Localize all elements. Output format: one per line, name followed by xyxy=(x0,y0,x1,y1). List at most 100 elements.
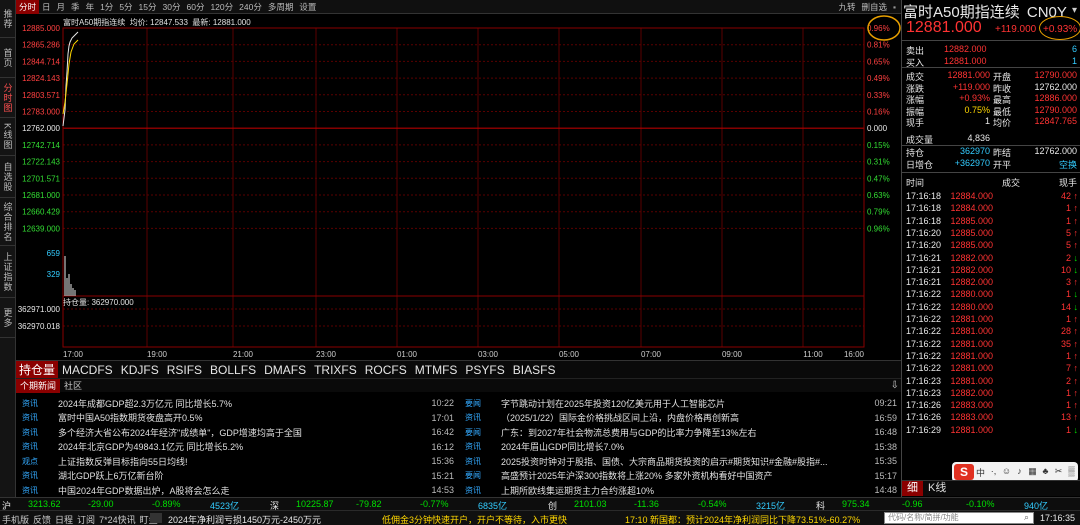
period-9[interactable]: 60分 xyxy=(183,0,207,14)
status-link[interactable]: 订阅 xyxy=(77,513,95,525)
period-4[interactable]: 年 xyxy=(83,0,98,14)
period-1[interactable]: 日 xyxy=(39,0,54,14)
news-title[interactable]: 富时中国A50指数期货夜盘高开0.5% xyxy=(44,411,422,424)
search-input[interactable]: 代码/名称/简拼/功能 xyxy=(884,512,1034,524)
tab-community[interactable]: 社区 xyxy=(60,379,86,393)
news-item[interactable]: 资讯 上期所欧线集运期货主力合约涨超10% 14:48 xyxy=(459,483,899,498)
indicator-tab-psyfs[interactable]: PSYFS xyxy=(461,363,508,377)
news-item[interactable]: 要闻 广东：到2027年社会物流总费用与GDP的比率力争降至13%左右 16:48 xyxy=(459,425,899,440)
news-item[interactable]: 资讯 2024年眉山GDP同比增长7.0% 15:38 xyxy=(459,440,899,455)
news-item[interactable]: 资讯 中国2024年GDP数据出炉，A股将会怎么走 14:53 xyxy=(16,483,456,498)
news-title[interactable]: 湖北GDP跃上6万亿新台阶 xyxy=(44,469,422,482)
tab-stock-news[interactable]: 个期新闻 xyxy=(16,378,61,393)
index-change: -0.96 xyxy=(902,499,923,509)
indicator-tab-dmafs[interactable]: DMAFS xyxy=(260,363,310,377)
news-title[interactable]: 字节跳动计划在2025年投资120亿美元用于人工智能芯片 xyxy=(487,397,865,410)
remove-watchlist-button[interactable]: 删自选 xyxy=(858,0,890,14)
news-title[interactable]: 上期所欧线集运期货主力合约涨超10% xyxy=(487,484,865,497)
tab-kline[interactable]: K线 xyxy=(923,481,951,496)
news-item[interactable]: 资讯 多个经济大省公布2024年经济"成绩单"，GDP增速均高于全国 16:42 xyxy=(16,425,456,440)
arrow-up-icon: ↑ xyxy=(1073,400,1079,411)
trade-volume: 28 xyxy=(1060,326,1071,337)
period-5[interactable]: 1分 xyxy=(97,0,116,14)
indicator-tab-kdjfs[interactable]: KDJFS xyxy=(117,363,163,377)
status-link[interactable]: 手机版 xyxy=(2,513,29,525)
status-link[interactable]: 日程 xyxy=(55,513,73,525)
news-category: 资讯 xyxy=(465,456,481,466)
oi-tick-label: 362971.000 xyxy=(18,305,61,314)
news-title[interactable]: （2025/1/22）国际金价格挑战区间上沿，内盘价格再创新高 xyxy=(487,411,865,424)
left-tab-home[interactable]: 首页 xyxy=(0,38,16,78)
ticker-3[interactable]: 17:10 新国都：预计2024年净利润同比下降73.51%-60.27% xyxy=(625,513,860,525)
left-tab-ranking[interactable]: 综合排名 xyxy=(0,198,16,246)
chevron-down-icon[interactable]: ▾ xyxy=(1072,5,1077,16)
indicator-tab-持仓量[interactable]: 持仓量 xyxy=(16,361,59,378)
news-title[interactable]: 广东：到2027年社会物流总费用与GDP的比率力争降至13%左右 xyxy=(487,426,865,439)
ime-item-icon[interactable]: ▒ xyxy=(1065,466,1078,479)
indicator-tab-trixfs[interactable]: TRIXFS xyxy=(310,363,361,377)
news-item[interactable]: 资讯 2024年北京GDP为49843.1亿元 同比增长5.2% 16:12 xyxy=(16,440,456,455)
more-menu-button[interactable]: ▪ xyxy=(890,0,899,14)
download-icon[interactable]: ⇩ xyxy=(891,380,899,391)
period-8[interactable]: 30分 xyxy=(160,0,184,14)
ticker-2[interactable]: 低佣金3分钟快速开户，开户不等待，入市更快 xyxy=(382,513,567,525)
period-0[interactable]: 分时 xyxy=(16,0,40,14)
ime-toolbar[interactable]: S 中 ·, ☺ ♪ ▦ ♣ ✂ ▒ xyxy=(952,462,1078,482)
ticker-1[interactable]: 2024年净利润亏损1450万元-2450万元 xyxy=(168,513,321,525)
news-item[interactable]: 要闻 高盛预计2025年沪深300指数将上涨20% 多家外资机构看好中国资产 15:… xyxy=(459,469,899,484)
status-link[interactable]: 7*24快讯 xyxy=(99,513,136,525)
news-title[interactable]: 高盛预计2025年沪深300指数将上涨20% 多家外资机构看好中国资产 xyxy=(487,469,865,482)
period-2[interactable]: 月 xyxy=(54,0,69,14)
left-tab-recommend[interactable]: 推荐 xyxy=(0,0,16,38)
pct-tick-label: 0.65% xyxy=(867,57,890,66)
news-item[interactable]: 资讯 2025投资时钟对于股指、国债、大宗商品期货投资的启示#期货知识#金融#股指… xyxy=(459,454,899,469)
news-title[interactable]: 上证指数反弹目标指向55日均线! xyxy=(44,455,422,468)
news-title[interactable]: 2024年眉山GDP同比增长7.0% xyxy=(487,440,865,453)
news-category: 资讯 xyxy=(22,485,38,495)
indicator-tab-rsifs[interactable]: RSIFS xyxy=(163,363,206,377)
left-tab-sh-index[interactable]: 上证指数 xyxy=(0,246,16,298)
period-6[interactable]: 5分 xyxy=(116,0,135,14)
speaker-icon[interactable] xyxy=(150,513,162,523)
indicator-tab-macdfs[interactable]: MACDFS xyxy=(58,363,117,377)
search-icon[interactable]: ⌕ xyxy=(1024,512,1029,523)
news-item[interactable]: 资讯 2024年成都GDP超2.3万亿元 同比增长5.7% 10:22 xyxy=(16,396,456,411)
jiuzhuan-button[interactable]: 九转 xyxy=(835,0,858,14)
period-12[interactable]: 多周期 xyxy=(265,0,297,14)
period-3[interactable]: 季 xyxy=(68,0,83,14)
indicator-tab-mtmfs[interactable]: MTMFS xyxy=(411,363,462,377)
news-item[interactable]: 要闻 字节跳动计划在2025年投资120亿美元用于人工智能芯片 09:21 xyxy=(459,396,899,411)
ime-logo-icon[interactable]: S xyxy=(954,464,974,480)
period-11[interactable]: 240分 xyxy=(236,0,265,14)
ime-item-icon[interactable]: ♪ xyxy=(1013,466,1026,479)
news-title[interactable]: 中国2024年GDP数据出炉，A股将会怎么走 xyxy=(44,484,422,497)
news-title[interactable]: 2025投资时钟对于股指、国债、大宗商品期货投资的启示#期货知识#金融#股指#.… xyxy=(487,455,865,468)
left-tab-kline[interactable]: K线图 xyxy=(0,118,16,156)
left-tab-more[interactable]: 更多 xyxy=(0,298,16,338)
ime-item-icon[interactable]: ♣ xyxy=(1039,466,1052,479)
status-link[interactable]: 反馈 xyxy=(33,513,51,525)
news-item[interactable]: 观点 上证指数反弹目标指向55日均线! 15:36 xyxy=(16,454,456,469)
period-7[interactable]: 15分 xyxy=(136,0,160,14)
indicator-tab-bollfs[interactable]: BOLLFS xyxy=(206,363,260,377)
news-title[interactable]: 2024年北京GDP为49843.1亿元 同比增长5.2% xyxy=(44,440,422,453)
left-tab-watchlist[interactable]: 自选股 xyxy=(0,156,16,198)
arrow-down-icon: ↓ xyxy=(1073,252,1079,263)
period-13[interactable]: 设置 xyxy=(296,0,319,14)
ime-item-icon[interactable]: ✂ xyxy=(1052,466,1065,479)
news-title[interactable]: 多个经济大省公布2024年经济"成绩单"，GDP增速均高于全国 xyxy=(44,426,422,439)
news-item[interactable]: 资讯 湖北GDP跃上6万亿新台阶 15:21 xyxy=(16,469,456,484)
intraday-chart[interactable]: 12885.000 0.96% 12865.286 0.81% 12844.714 0.6… xyxy=(16,14,901,360)
news-item[interactable]: 资讯 （2025/1/22）国际金价格挑战区间上沿，内盘价格再创新高 16:59 xyxy=(459,411,899,426)
news-title[interactable]: 2024年成都GDP超2.3万亿元 同比增长5.7% xyxy=(44,397,422,410)
indicator-tab-biasfs[interactable]: BIASFS xyxy=(509,363,560,377)
ime-item-icon[interactable]: 中 xyxy=(974,466,987,479)
ime-item-icon[interactable]: ▦ xyxy=(1026,466,1039,479)
ime-item-icon[interactable]: ·, xyxy=(987,466,1000,479)
left-tab-timeshare[interactable]: 分时图 xyxy=(0,78,16,118)
news-item[interactable]: 资讯 富时中国A50指数期货夜盘高开0.5% 17:01 xyxy=(16,411,456,426)
indicator-tab-rocfs[interactable]: ROCFS xyxy=(361,363,411,377)
tab-detail[interactable]: 细 xyxy=(902,481,923,496)
period-10[interactable]: 120分 xyxy=(207,0,236,14)
ime-item-icon[interactable]: ☺ xyxy=(1000,466,1013,479)
